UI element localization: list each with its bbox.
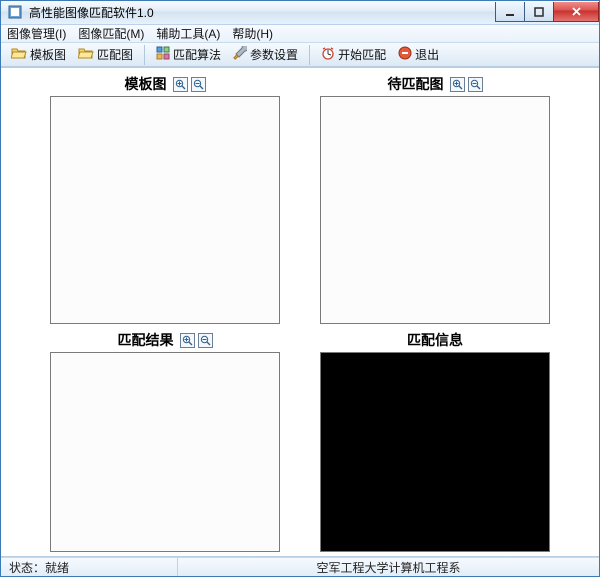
toolbar-exit-button[interactable]: 退出 [394,44,443,65]
toolbar-match-button[interactable]: 匹配图 [74,44,137,65]
pane-row-top: 模板图 待匹配图 [11,74,589,324]
maximize-button[interactable] [524,2,554,22]
stop-icon [398,46,412,63]
folder-open-icon [11,46,27,63]
close-button[interactable] [553,2,599,22]
pane-info: 匹配信息 [320,330,550,552]
pane-info-header: 匹配信息 [320,330,550,352]
toolbar-exit-label: 退出 [415,46,439,63]
zoom-out-button[interactable] [468,77,483,92]
grid-icon [156,46,170,63]
status-org: 空军工程大学计算机工程系 [178,559,599,576]
app-icon [7,4,23,20]
status-value: 就绪 [45,561,69,575]
pane-template-title: 模板图 [125,74,167,94]
status-left: 状态：就绪 [1,559,77,576]
app-window: 高性能图像匹配软件1.0 图像管理(I) 图像匹配(M) 辅助工具(A) 帮助(… [0,0,600,577]
pane-info-box[interactable] [320,352,550,552]
pane-tomatch-header: 待匹配图 [320,74,550,96]
zoom-group [450,77,483,92]
menu-image-match[interactable]: 图像匹配(M) [78,25,144,42]
toolbar-start-label: 开始匹配 [338,46,386,63]
zoom-group [180,333,213,348]
pane-template-box[interactable] [50,96,280,324]
toolbar-separator [309,45,310,65]
menubar: 图像管理(I) 图像匹配(M) 辅助工具(A) 帮助(H) [1,25,599,44]
zoom-in-button[interactable] [173,77,188,92]
toolbar-algorithm-button[interactable]: 匹配算法 [152,44,225,65]
status-label: 状态： [9,561,45,575]
pane-tomatch: 待匹配图 [320,74,550,324]
client-area: 模板图 待匹配图 [1,67,599,557]
pane-template: 模板图 [50,74,280,324]
window-title: 高性能图像匹配软件1.0 [29,4,154,21]
toolbar-start-button[interactable]: 开始匹配 [317,44,390,65]
zoom-group [173,77,206,92]
toolbar: 模板图 匹配图 匹配算法 参数设置 开始匹配 [1,43,599,67]
pane-template-header: 模板图 [50,74,280,96]
toolbar-separator [144,45,145,65]
menu-help[interactable]: 帮助(H) [232,25,273,42]
window-buttons [496,2,599,22]
zoom-in-button[interactable] [450,77,465,92]
pane-result: 匹配结果 [50,330,280,552]
toolbar-params-button[interactable]: 参数设置 [229,44,302,65]
statusbar: 状态：就绪 空军工程大学计算机工程系 [1,557,599,576]
zoom-in-button[interactable] [180,333,195,348]
minimize-button[interactable] [495,2,525,22]
titlebar: 高性能图像匹配软件1.0 [1,1,599,25]
pane-result-box[interactable] [50,352,280,552]
pane-tomatch-box[interactable] [320,96,550,324]
pane-result-header: 匹配结果 [50,330,280,352]
toolbar-template-button[interactable]: 模板图 [7,44,70,65]
toolbar-template-label: 模板图 [30,46,66,63]
pane-result-title: 匹配结果 [118,330,174,350]
pane-tomatch-title: 待匹配图 [388,74,444,94]
clock-icon [321,46,335,63]
toolbar-params-label: 参数设置 [250,46,298,63]
pane-row-bottom: 匹配结果 匹配信息 [11,330,589,552]
menu-aux-tools[interactable]: 辅助工具(A) [156,25,220,42]
pane-info-title: 匹配信息 [407,330,463,350]
zoom-out-button[interactable] [198,333,213,348]
folder-open-icon [78,46,94,63]
wrench-icon [233,46,247,63]
toolbar-match-label: 匹配图 [97,46,133,63]
menu-image-manage[interactable]: 图像管理(I) [7,25,66,42]
zoom-out-button[interactable] [191,77,206,92]
toolbar-algorithm-label: 匹配算法 [173,46,221,63]
